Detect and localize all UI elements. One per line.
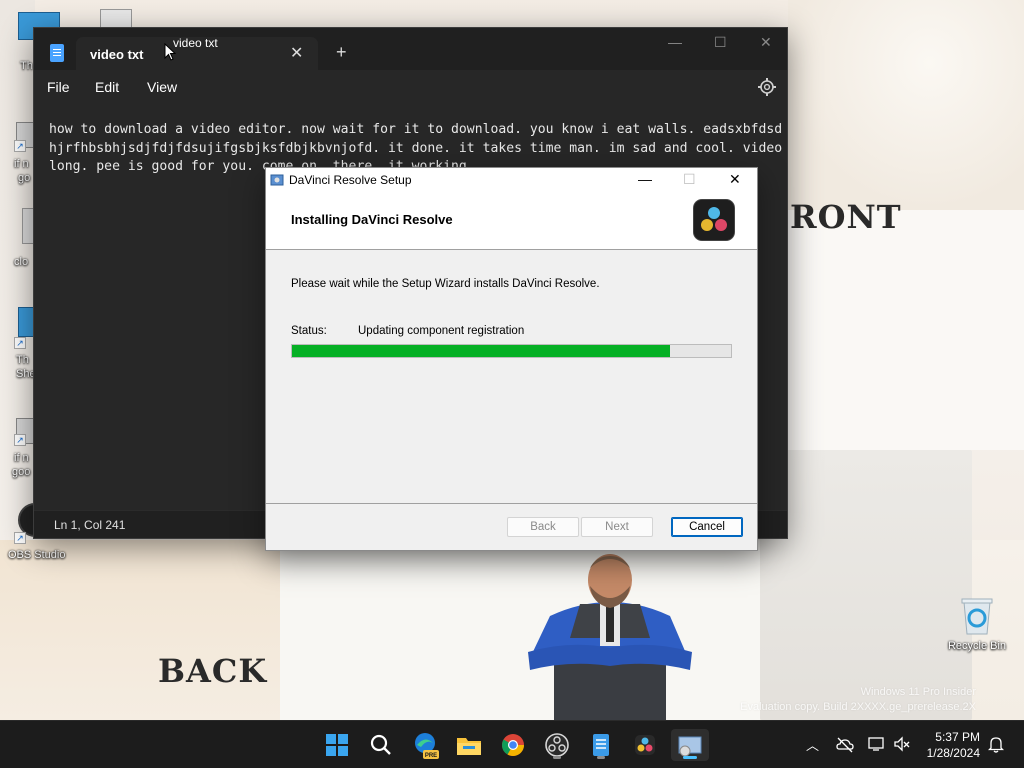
edge-preview-badge: PRE [425,753,437,759]
setup-button[interactable] [671,729,709,761]
shortcut-arrow-icon: ↗ [14,532,26,544]
wallpaper-panel [760,450,972,720]
setup-titlebar[interactable]: DaVinci Resolve Setup — ☐ ✕ [266,168,757,192]
notepad-button[interactable] [585,729,617,761]
taskbar: PRE ︿ 5:37 PM 1/28/2024 [0,720,1024,768]
clock-date: 1/28/2024 [926,746,980,760]
onedrive-offline-icon[interactable] [836,737,854,753]
cursor-position: Ln 1, Col 241 [54,518,126,532]
wallpaper-right-top [788,0,1024,210]
running-indicator [553,756,561,759]
close-icon[interactable]: ✕ [760,34,772,51]
back-button[interactable]: Back [507,517,579,537]
desktop-icon-label: if n [14,158,29,170]
edge-preview-button[interactable]: PRE [409,729,441,761]
display-icon[interactable] [868,736,886,752]
setup-heading: Installing DaVinci Resolve [291,212,453,227]
davinci-resolve-button[interactable] [629,729,661,761]
watermark-line-1: Windows 11 Pro Insider [860,686,976,698]
new-tab-icon[interactable]: + [336,42,347,63]
settings-gear-icon[interactable] [756,76,778,98]
recycle-bin-icon [961,598,993,635]
setup-message: Please wait while the Setup Wizard insta… [291,278,600,290]
recycle-bin-label: Recycle Bin [947,640,1007,652]
shortcut-arrow-icon: ↗ [14,434,26,446]
mouse-cursor-icon [164,43,176,61]
recycle-bin[interactable]: Recycle Bin [943,596,1011,652]
wallpaper-back-text: BACK [158,652,268,690]
maximize-icon: ☐ [683,171,696,187]
davinci-resolve-logo-icon [694,200,734,240]
monitor-icon [18,307,34,337]
status-value: Updating component registration [358,325,525,337]
wallpaper-front-text: RONT [790,198,902,236]
maximize-icon[interactable]: ☐ [714,34,727,51]
edge-preview-icon: PRE [415,733,439,759]
desktop-icon-label: goo [12,466,31,478]
shortcut-arrow-icon: ↗ [14,337,26,349]
tab-close-icon[interactable]: ✕ [290,43,303,63]
taskbar-clock[interactable]: 5:37 PM 1/28/2024 [918,729,980,761]
tab-title: video txt [90,47,144,62]
desktop-icon-label: if n [14,452,29,464]
document-icon [100,9,132,29]
desktop-icon-label: go [18,172,31,184]
wallpaper-right-mid [788,210,1024,450]
watermark-line-2: Evaluation copy. Build 2XXXX.ge_prerelea… [740,701,976,713]
installer-icon [270,174,284,186]
shortcut-arrow-icon: ↗ [14,140,26,152]
search-icon [370,734,391,755]
start-button[interactable] [321,729,353,761]
minimize-icon[interactable]: — [638,171,652,187]
tab-tooltip: video txt [173,36,218,50]
file-explorer-button[interactable] [453,729,485,761]
davinci-resolve-icon [635,735,655,755]
notification-bell-icon[interactable] [988,735,1004,753]
notepad-titlebar[interactable]: video txt ✕ + — ☐ ✕ [34,28,787,70]
running-indicator [597,756,605,759]
start-icon [326,734,348,756]
desktop-icon-label: OBS Studio [8,549,66,561]
obs-button[interactable] [541,729,573,761]
menu-file[interactable]: File [47,79,70,95]
minimize-icon[interactable]: — [668,34,682,50]
status-label: Status: [291,325,327,337]
search-button[interactable] [365,729,397,761]
footer-divider [266,503,757,504]
progress-fill [292,345,670,357]
notepad-app-icon [50,44,64,62]
desktop-icon-label: Th [16,354,29,366]
desktop-icon-label: clo [14,256,29,268]
clock-time: 5:37 PM [935,730,980,744]
next-button[interactable]: Next [581,517,653,537]
volume-muted-icon[interactable] [893,736,911,752]
install-progress-bar [291,344,732,358]
cancel-button[interactable]: Cancel [671,517,743,537]
chrome-button[interactable] [497,729,529,761]
chevron-up-icon[interactable]: ︿ [806,735,819,754]
setup-dialog[interactable]: DaVinci Resolve Setup — ☐ ✕ Installing D… [265,167,758,551]
menu-view[interactable]: View [147,79,177,95]
man-image [528,554,692,720]
setup-window-title: DaVinci Resolve Setup [289,173,412,187]
active-indicator [683,756,697,759]
file-explorer-icon [457,738,481,755]
menu-edit[interactable]: Edit [95,79,119,95]
wallpaper-bottom-left [0,540,280,720]
windows-watermark: Windows 11 Pro Insider Evaluation copy. … [740,685,976,715]
close-icon[interactable]: ✕ [729,171,741,188]
chrome-icon [502,734,524,756]
desktop-icon-label: Th [20,60,33,72]
setup-header: Installing DaVinci Resolve [266,192,757,250]
